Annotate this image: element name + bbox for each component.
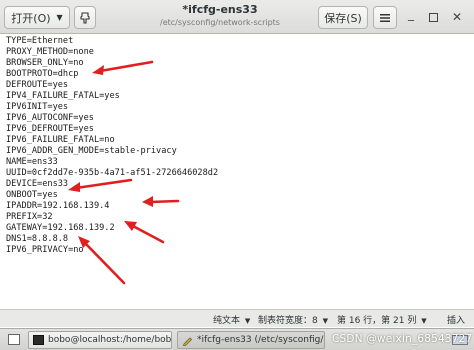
- chevron-down-icon: ▼: [244, 317, 251, 325]
- text-editor-icon: [182, 336, 193, 346]
- insert-mode-indicator[interactable]: 插入: [447, 313, 465, 326]
- cursor-position-label: 第 16 行，第 21 列: [337, 316, 417, 326]
- window-title: *ifcfg-ens33: [182, 3, 258, 16]
- show-desktop-icon[interactable]: [8, 334, 20, 345]
- editor-line: DEVICE=ens33: [6, 179, 69, 189]
- editor-line: ONBOOT=yes: [6, 190, 58, 200]
- editor-line: IPADDR=192.168.139.4: [6, 201, 110, 211]
- taskbar-item-terminal[interactable]: bobo@localhost:/home/bobo: [28, 331, 172, 349]
- editor-line: IPV6_AUTOCONF=yes: [6, 113, 94, 123]
- editor-line: IPV4_FAILURE_FATAL=yes: [6, 91, 120, 101]
- status-bar: 纯文本 ▼ 制表符宽度：8 ▼ 第 16 行，第 21 列 ▼ 插入: [0, 309, 474, 327]
- taskbar-item-editor[interactable]: *ifcfg-ens33 (/etc/sysconfig/net...: [177, 331, 325, 349]
- editor-line: TYPE=Ethernet: [6, 36, 74, 46]
- maximize-button[interactable]: [424, 8, 442, 26]
- editor-line: GATEWAY=192.168.139.2: [6, 223, 115, 233]
- maximize-icon: [428, 12, 438, 22]
- editor-line: IPV6_FAILURE_FATAL=no: [6, 135, 115, 145]
- window-subtitle: /etc/sysconfig/network-scripts: [160, 18, 280, 27]
- chevron-down-icon: ▼: [56, 13, 63, 22]
- chevron-down-icon: ▼: [421, 317, 427, 325]
- editor-line: DNS1=8.8.8.8: [6, 234, 69, 244]
- text-editor[interactable]: TYPE=Ethernet PROXY_METHOD=none BROWSER_…: [0, 35, 474, 309]
- editor-line: NAME=ens33: [6, 157, 58, 167]
- new-document-button[interactable]: [74, 6, 96, 29]
- editor-line: DEFROUTE=yes: [6, 80, 69, 90]
- tab-width-label: 制表符宽度：8: [258, 316, 318, 326]
- editor-line: BROWSER_ONLY=no: [6, 58, 84, 68]
- taskbar-item-label: *ifcfg-ens33 (/etc/sysconfig/net...: [197, 335, 324, 345]
- save-button-label: 保存(S): [324, 11, 362, 25]
- terminal-icon: [33, 335, 44, 345]
- cursor-position[interactable]: 第 16 行，第 21 列 ▼: [337, 313, 427, 326]
- minimize-button[interactable]: _: [402, 5, 420, 23]
- watermark-text: CSDN @weixin_68543727: [332, 333, 473, 345]
- open-button-label: 打开(O): [11, 11, 51, 25]
- close-button[interactable]: ✕: [448, 8, 466, 26]
- header-bar: 打开(O) ▼ *ifcfg-ens33 /etc/sysconfig/netw…: [0, 0, 474, 34]
- window-title-group: *ifcfg-ens33 /etc/sysconfig/network-scri…: [130, 3, 310, 29]
- menu-button[interactable]: [373, 6, 397, 29]
- editor-line: UUID=0cf2dd7e-935b-4a71-af51-2726646028d…: [6, 168, 219, 178]
- editor-line: IPV6_PRIVACY=no: [6, 245, 84, 255]
- save-button[interactable]: 保存(S): [318, 6, 368, 29]
- editor-line: IPV6_ADDR_GEN_MODE=stable-privacy: [6, 146, 177, 156]
- hamburger-icon: [380, 13, 390, 22]
- chevron-down-icon: ▼: [322, 317, 328, 325]
- taskbar-item-label: bobo@localhost:/home/bobo: [48, 335, 172, 345]
- syntax-mode-label: 纯文本: [213, 316, 241, 326]
- close-icon: ✕: [451, 10, 463, 24]
- editor-line: IPV6INIT=yes: [6, 102, 69, 112]
- open-button[interactable]: 打开(O) ▼: [4, 6, 70, 29]
- editor-line: BOOTPROTO=dhcp: [6, 69, 79, 79]
- tab-width-selector[interactable]: 制表符宽度：8 ▼: [258, 313, 328, 326]
- syntax-mode-selector[interactable]: 纯文本 ▼: [213, 313, 250, 326]
- minimize-icon: _: [408, 7, 414, 21]
- editor-line: IPV6_DEFROUTE=yes: [6, 124, 94, 134]
- editor-line: PROXY_METHOD=none: [6, 47, 94, 57]
- editor-line: PREFIX=32: [6, 212, 53, 222]
- document-pin-icon: [80, 11, 90, 24]
